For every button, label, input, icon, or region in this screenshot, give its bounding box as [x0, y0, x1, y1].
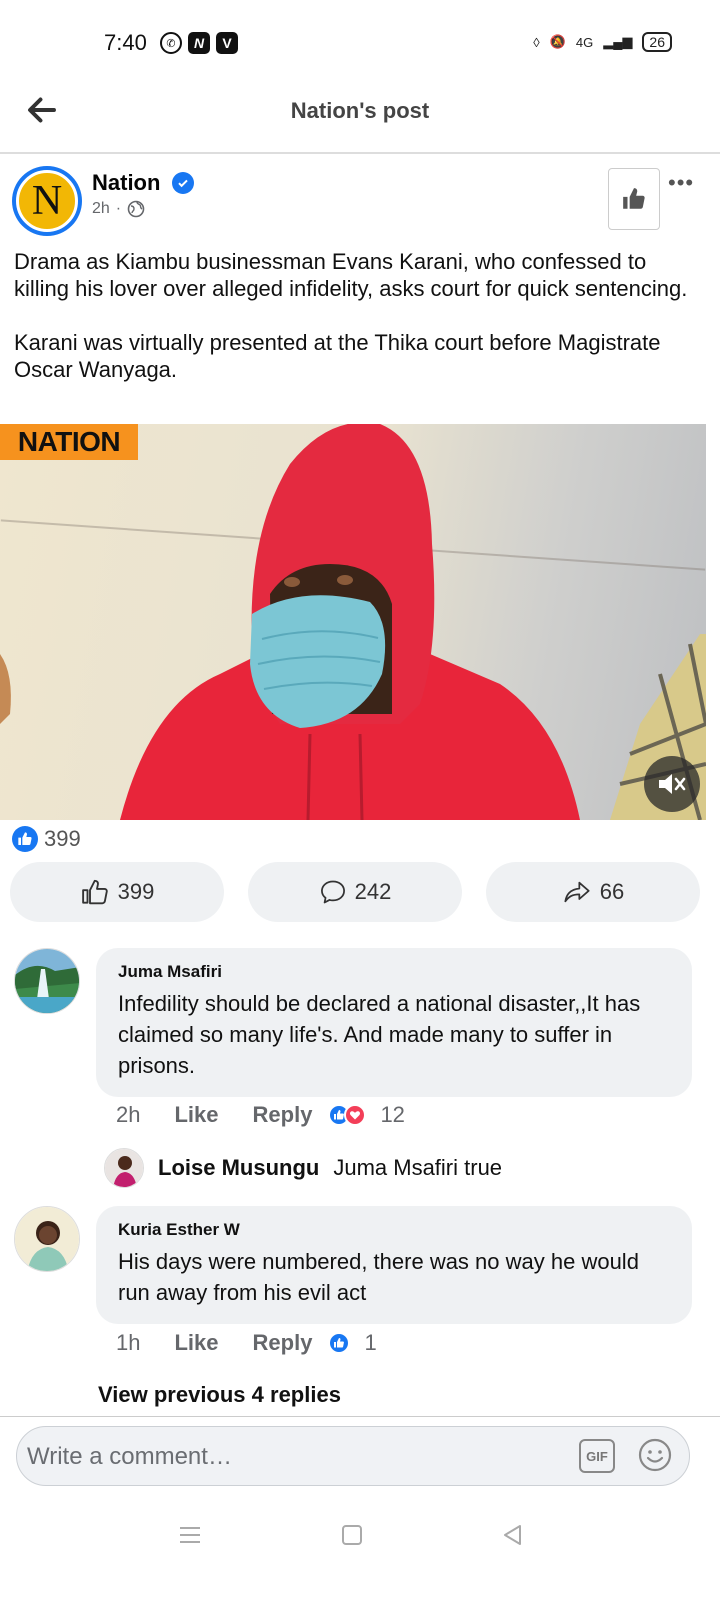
home-nav-button[interactable] — [332, 1518, 372, 1552]
speaker-muted-icon — [659, 774, 686, 794]
comment-reaction-count: 1 — [364, 1330, 377, 1355]
post-time: 2h — [92, 200, 110, 217]
post-actions: 399 242 66 — [10, 862, 700, 924]
view-previous-replies-link[interactable]: View previous 4 replies — [98, 1382, 341, 1408]
reply-author[interactable]: Loise Musungu — [158, 1155, 319, 1181]
reaction-summary[interactable]: 399 — [12, 826, 81, 852]
data-saver-icon: ◊ — [533, 34, 540, 50]
whatsapp-icon: ✆ — [160, 32, 182, 54]
share-arrow-icon — [564, 881, 590, 903]
like-reaction-icon — [12, 826, 38, 852]
comment-text: His days were numbered, there was no way… — [118, 1249, 639, 1305]
back-nav-button[interactable] — [492, 1518, 532, 1552]
share-count: 66 — [599, 879, 625, 904]
comment-reaction-count: 12 — [380, 1102, 405, 1127]
comment-bubble-icon — [320, 880, 345, 904]
status-time: 7:40 — [104, 30, 147, 55]
mute-notification-icon: 🔕 — [549, 34, 566, 49]
comment-meta: 2h Like Reply 12 — [116, 1102, 405, 1128]
love-reaction-icon — [344, 1104, 367, 1126]
gif-button[interactable]: GIF — [579, 1439, 615, 1473]
share-button[interactable]: 66 — [486, 862, 700, 922]
nation-watermark: NATION — [0, 424, 138, 460]
thumbs-up-outline-icon — [81, 879, 108, 905]
system-icons: ◊ 🔕 4G ▂▄▆ 26 — [533, 32, 672, 52]
menu-lines-icon — [180, 1527, 200, 1543]
comment-time: 1h — [116, 1330, 141, 1355]
like-page-button[interactable] — [608, 168, 660, 230]
like-reaction-icon — [328, 1332, 351, 1354]
like-button[interactable]: 399 — [10, 862, 224, 922]
comment-count: 242 — [354, 879, 392, 904]
back-triangle-icon — [504, 1525, 521, 1545]
comment-reply-button[interactable]: Reply — [253, 1102, 313, 1128]
post-header: N Nation 2h · ••• — [0, 156, 720, 246]
profile-photo — [15, 1207, 79, 1271]
notification-icons: ✆ N V — [160, 32, 238, 54]
comment-text: Infedility should be declared a national… — [118, 991, 641, 1078]
like-count: 399 — [117, 879, 155, 904]
v-app-icon: V — [216, 32, 238, 54]
page-title: Nation's post — [290, 98, 430, 123]
emoji-icon[interactable] — [637, 1437, 673, 1473]
verified-badge-icon — [172, 172, 194, 194]
network-type: 4G — [575, 34, 594, 50]
comment-composer: GIF — [16, 1426, 690, 1486]
menu-nav-button[interactable] — [170, 1518, 210, 1552]
comment-like-button[interactable]: Like — [174, 1330, 218, 1356]
comment-bubble[interactable]: Juma Msafiri Infedility should be declar… — [96, 948, 692, 1097]
post-meta: 2h · — [92, 200, 145, 218]
composer-divider — [0, 1416, 720, 1417]
reply-avatar[interactable] — [104, 1148, 144, 1188]
comment-reactions[interactable] — [328, 1104, 367, 1126]
mute-button[interactable] — [644, 756, 700, 812]
commenter-avatar[interactable] — [14, 1206, 80, 1272]
comment-bubble[interactable]: Kuria Esther W His days were numbered, t… — [96, 1206, 692, 1324]
more-options-icon[interactable]: ••• — [668, 170, 694, 196]
news-app-icon: N — [188, 32, 210, 54]
comment-button[interactable]: 242 — [248, 862, 462, 922]
comment-author[interactable]: Juma Msafiri — [118, 962, 670, 982]
globe-icon — [127, 200, 145, 218]
post-video[interactable]: NATION — [0, 424, 706, 820]
home-square-icon — [342, 1525, 362, 1545]
signal-icon: ▂▄▆ — [603, 34, 633, 49]
comment-reactions[interactable] — [328, 1332, 351, 1354]
thumbs-up-icon — [623, 188, 645, 209]
post-text: Drama as Kiambu businessman Evans Karani… — [14, 249, 688, 382]
comment-author[interactable]: Kuria Esther W — [118, 1220, 670, 1240]
page-name[interactable]: Nation — [92, 170, 160, 196]
page-avatar[interactable]: N — [12, 166, 82, 236]
meta-separator: · — [115, 200, 122, 217]
commenter-avatar[interactable] — [14, 948, 80, 1014]
reply-text: Juma Msafiri true — [333, 1155, 503, 1180]
battery-icon: 26 — [642, 32, 672, 52]
comment-reply-button[interactable]: Reply — [253, 1330, 313, 1356]
comment-time: 2h — [116, 1102, 141, 1127]
status-bar: 7:40 ✆ N V ◊ 🔕 4G ▂▄▆ 26 — [0, 0, 720, 80]
top-app-bar: Nation's post — [0, 80, 720, 154]
comment-like-button[interactable]: Like — [174, 1102, 218, 1128]
comment-meta: 1h Like Reply 1 — [116, 1330, 377, 1356]
system-navigation-bar — [0, 1496, 720, 1600]
avatar-letter: N — [16, 170, 78, 232]
reply-preview[interactable]: Loise Musungu Juma Msafiri true — [104, 1148, 502, 1188]
waterfall-photo — [15, 949, 79, 1013]
reaction-count: 399 — [44, 826, 81, 851]
video-person-figure — [0, 424, 706, 820]
comment-input[interactable] — [27, 1435, 567, 1479]
